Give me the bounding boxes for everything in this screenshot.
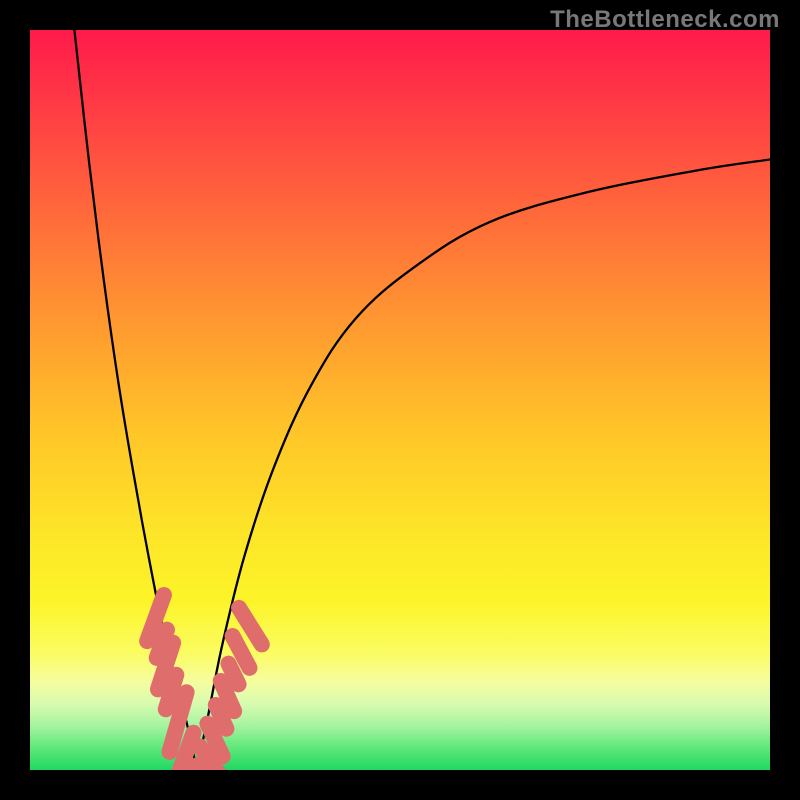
plot-area bbox=[30, 30, 770, 770]
bottleneck-chart: TheBottleneck.com bbox=[0, 0, 800, 800]
curve-right bbox=[197, 160, 771, 771]
curve-layer bbox=[30, 30, 770, 770]
curve-left bbox=[74, 30, 196, 770]
